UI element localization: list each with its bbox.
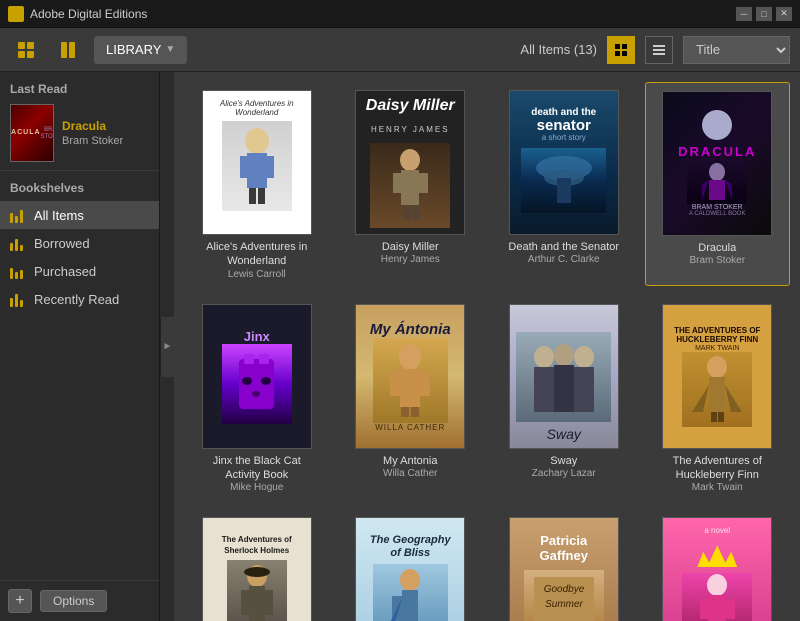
book-cover-antonia: My Ántonia WILLA CATHER: [355, 304, 465, 449]
book-item-antonia[interactable]: My Ántonia WILLA CATHER My Antonia: [338, 296, 484, 500]
sidebar-item-all-items[interactable]: All Items: [0, 201, 159, 229]
all-items-label: All Items: [34, 208, 84, 223]
book-item-death[interactable]: death and the senator a short story Deat…: [491, 82, 637, 286]
svg-text:Goodbye: Goodbye: [543, 584, 584, 595]
library-label: LIBRARY: [106, 42, 161, 57]
book-author-daisy: Henry James: [381, 254, 440, 265]
svg-text:Summer: Summer: [545, 599, 583, 610]
book-cover-holmes: The Adventures ofSherlock Holmes: [202, 517, 312, 621]
last-read-title: Dracula: [62, 119, 149, 133]
titlebar-left: Adobe Digital Editions: [8, 6, 147, 22]
sidebar-collapse-button[interactable]: ►: [160, 317, 174, 377]
book-author-sway: Zachary Lazar: [532, 468, 596, 479]
book-cover-bliss: The Geography of Bliss: [355, 517, 465, 621]
book-title-sway: Sway: [550, 454, 577, 468]
book-author-antonia: Willa Cather: [383, 468, 437, 479]
book-item-jinx[interactable]: Jinx Jinx the Black Cat Activity Book: [184, 296, 330, 500]
book-item-daisy[interactable]: Daisy Miller HENRY JAMES Daisy Mill: [338, 82, 484, 286]
book-title-huck: The Adventures of Huckleberry Finn: [657, 454, 777, 483]
last-read-info: Dracula Bram Stoker: [62, 119, 149, 147]
book-title-dracula: Dracula: [698, 241, 736, 255]
list-view-button[interactable]: [645, 36, 673, 64]
book-cover-jinx: Jinx: [202, 304, 312, 449]
book-grid-container: Alice's Adventures in Wonderland Alice's…: [174, 72, 800, 621]
book-item-bliss[interactable]: The Geography of Bliss The Geography of …: [338, 509, 484, 621]
book-grid: Alice's Adventures in Wonderland Alice's…: [184, 82, 790, 621]
book-title-jinx: Jinx the Black Cat Activity Book: [197, 454, 317, 483]
grid-view-button[interactable]: [607, 36, 635, 64]
all-items-icon: [10, 207, 26, 223]
recently-read-label: Recently Read: [34, 292, 119, 307]
sidebar-bottom: + Options: [0, 580, 159, 621]
book-item-princess[interactable]: a novel The PrincessDiaries MEG: [645, 509, 791, 621]
book-cover-princess: a novel The PrincessDiaries MEG: [662, 517, 772, 621]
borrowed-icon: [10, 235, 26, 251]
book-cover-dracula: DRACULA BRAM STOKER A CALDWELL BOOK: [662, 91, 772, 236]
bookshelves-label: Bookshelves: [0, 171, 159, 201]
sort-dropdown[interactable]: Title Author Date Added: [683, 36, 790, 64]
sidebar-item-purchased[interactable]: Purchased: [0, 257, 159, 285]
toolbar: LIBRARY ▼ All Items (13) Title Author Da…: [0, 28, 800, 72]
book-item-dracula[interactable]: DRACULA BRAM STOKER A CALDWELL BOOK Drac…: [645, 82, 791, 286]
book-title-death: Death and the Senator: [508, 240, 619, 254]
book-cover-death: death and the senator a short story: [509, 90, 619, 235]
options-button[interactable]: Options: [40, 590, 107, 612]
book-title-daisy: Daisy Miller: [382, 240, 439, 254]
sidebar-item-recently-read[interactable]: Recently Read: [0, 285, 159, 313]
book-item-goodbye[interactable]: PatriciaGaffney Goodbye Summer Goodbye S…: [491, 509, 637, 621]
title-bar: Adobe Digital Editions ─ □ ✕: [0, 0, 800, 28]
book-cover-sway: Sway: [509, 304, 619, 449]
grid-view-icon-button[interactable]: [10, 34, 42, 66]
app-icon: [8, 6, 24, 22]
sidebar-item-borrowed[interactable]: Borrowed: [0, 229, 159, 257]
book-item-huck[interactable]: THE ADVENTURES OFHUCKLEBERRY FINN MARK T…: [645, 296, 791, 500]
book-title-antonia: My Antonia: [383, 454, 437, 468]
main-area: Last Read DRACULA BRAM STOKER Dracula Br…: [0, 72, 800, 621]
last-read-label: Last Read: [10, 82, 149, 96]
borrowed-label: Borrowed: [34, 236, 90, 251]
book-author-death: Arthur C. Clarke: [528, 254, 600, 265]
book-title-alice: Alice's Adventures in Wonderland: [197, 240, 317, 269]
last-read-cover: DRACULA BRAM STOKER: [10, 104, 54, 162]
purchased-icon: [10, 263, 26, 279]
book-cover-huck: THE ADVENTURES OFHUCKLEBERRY FINN MARK T…: [662, 304, 772, 449]
book-cover-alice: Alice's Adventures in Wonderland: [202, 90, 312, 235]
close-button[interactable]: ✕: [776, 7, 792, 21]
book-author-alice: Lewis Carroll: [228, 269, 286, 280]
add-button[interactable]: +: [8, 589, 32, 613]
purchased-label: Purchased: [34, 264, 96, 279]
book-cover-goodbye: PatriciaGaffney Goodbye Summer Goodbye S…: [509, 517, 619, 621]
book-cover-daisy: Daisy Miller HENRY JAMES: [355, 90, 465, 235]
last-read-book[interactable]: DRACULA BRAM STOKER Dracula Bram Stoker: [10, 104, 149, 162]
book-author-dracula: Bram Stoker: [689, 255, 745, 266]
book-item-alice[interactable]: Alice's Adventures in Wonderland Alice's…: [184, 82, 330, 286]
last-read-section: Last Read DRACULA BRAM STOKER Dracula Br…: [0, 72, 159, 171]
last-read-author: Bram Stoker: [62, 135, 149, 147]
book-icon-button[interactable]: [52, 34, 84, 66]
book-item-sway[interactable]: Sway Sway Zachary Lazar: [491, 296, 637, 500]
library-button[interactable]: LIBRARY ▼: [94, 36, 187, 64]
window-controls: ─ □ ✕: [736, 7, 792, 21]
minimize-button[interactable]: ─: [736, 7, 752, 21]
all-items-count: All Items (13): [520, 42, 597, 57]
book-item-holmes[interactable]: The Adventures ofSherlock Holmes: [184, 509, 330, 621]
book-author-huck: Mark Twain: [692, 482, 743, 493]
recently-read-icon: [10, 291, 26, 307]
maximize-button[interactable]: □: [756, 7, 772, 21]
app-title: Adobe Digital Editions: [30, 7, 147, 21]
sidebar: Last Read DRACULA BRAM STOKER Dracula Br…: [0, 72, 160, 621]
library-dropdown-arrow: ▼: [165, 44, 175, 55]
book-author-jinx: Mike Hogue: [230, 482, 283, 493]
